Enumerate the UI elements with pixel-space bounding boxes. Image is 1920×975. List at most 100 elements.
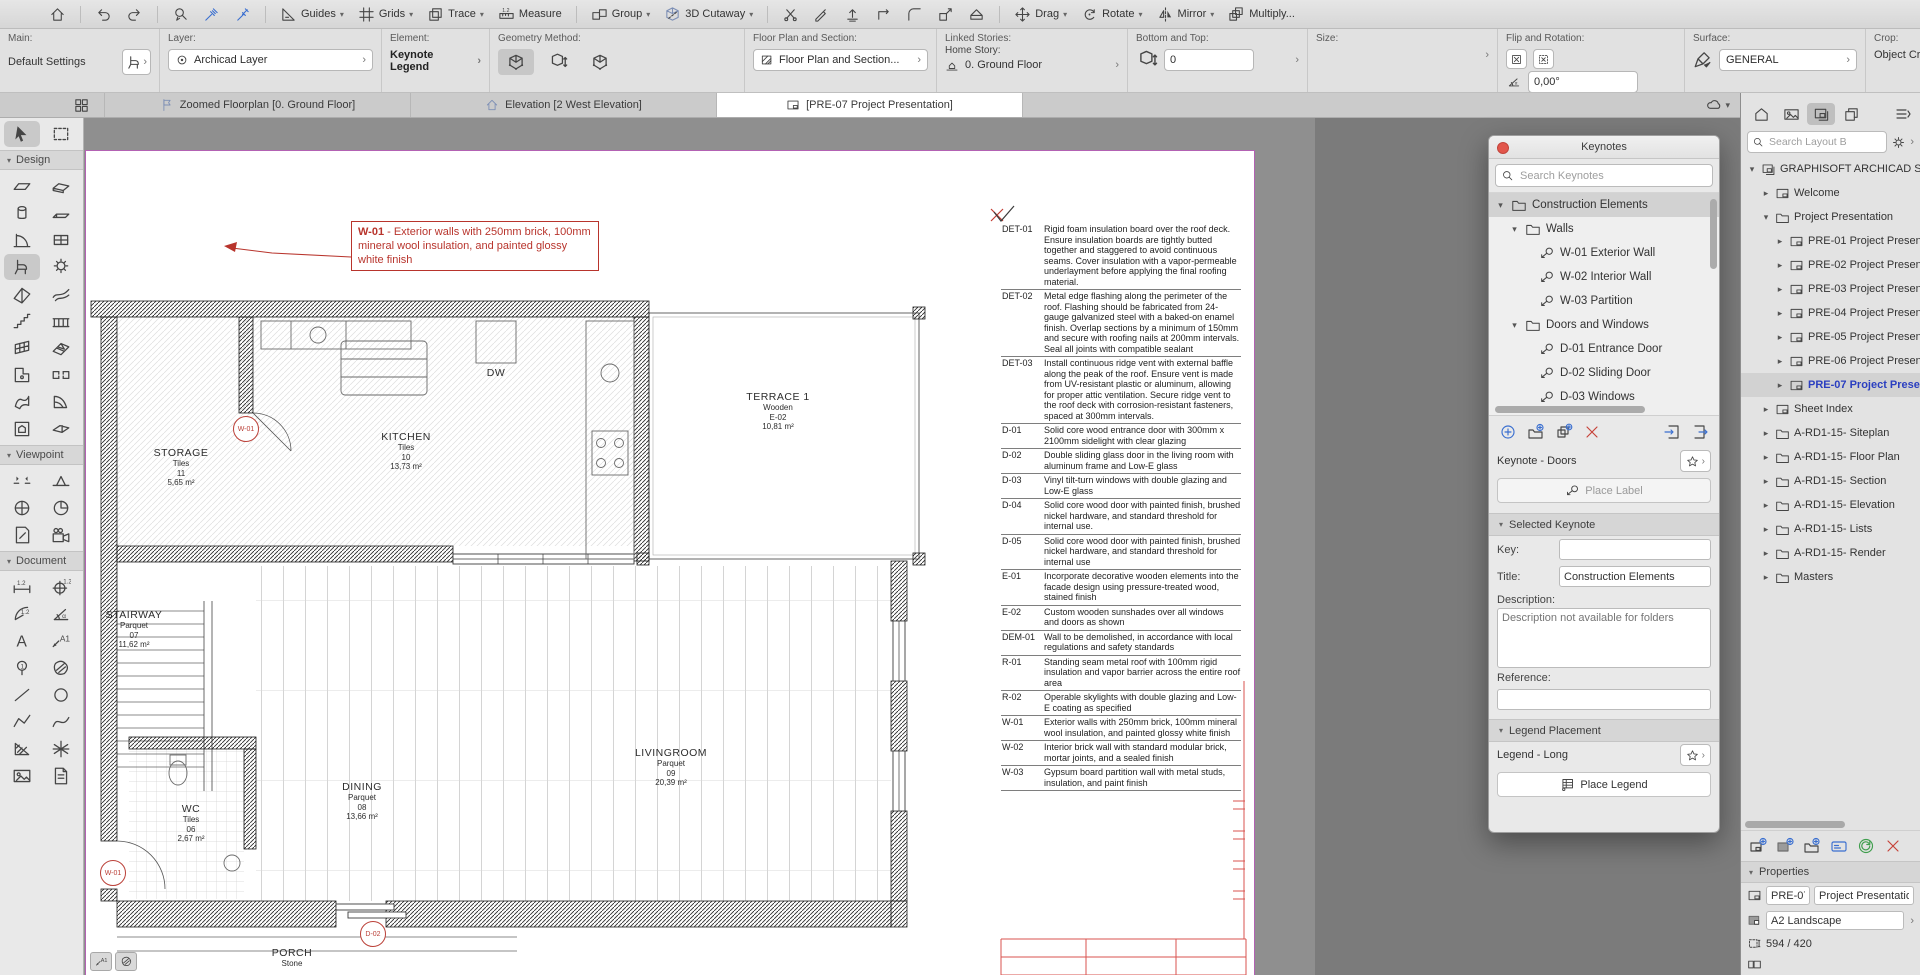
keynote-tree-item[interactable]: ▾ Construction Elements (1489, 193, 1719, 217)
teamwork-cloud-button[interactable]: ▾ (1696, 93, 1740, 117)
spline-tool[interactable] (43, 709, 79, 735)
guides-button[interactable]: Guides ▾ (273, 4, 351, 25)
geometry-method-3-button[interactable] (582, 49, 618, 75)
toolbox-section-document[interactable]: ▾ Document (0, 551, 83, 571)
resize-button[interactable] (930, 4, 961, 25)
navigator-tree-item[interactable]: ▸ PRE-02 Project Presentation (1741, 253, 1920, 277)
navigator-tree-item[interactable]: ▸ PRE-05 Project Presentation (1741, 325, 1920, 349)
favorite-button[interactable]: › (1680, 450, 1711, 472)
morph-tool[interactable] (4, 389, 40, 415)
navigator-tree-item[interactable]: ▸ Welcome (1741, 181, 1920, 205)
zoom-to-selection-button[interactable] (165, 4, 196, 25)
group-button[interactable]: Group ▾ (584, 4, 658, 25)
fillet-button[interactable] (899, 4, 930, 25)
pick-up-parameters-button[interactable] (196, 4, 227, 25)
navigator-tree-item[interactable]: ▸ PRE-04 Project Presentation (1741, 301, 1920, 325)
vertical-scrollbar[interactable] (1710, 199, 1717, 269)
circle-tool[interactable] (43, 682, 79, 708)
interior-elevation-tool[interactable] (4, 495, 40, 521)
keynote-tree-item[interactable]: D-01 Entrance Door (1489, 337, 1719, 361)
lamp-tool[interactable] (43, 254, 79, 280)
navigator-tree-item[interactable]: ▸ PRE-06 Project Presentation (1741, 349, 1920, 373)
rotation-input[interactable] (1528, 71, 1638, 92)
canvas-bottom-button-2[interactable] (115, 952, 137, 971)
bottom-offset-input[interactable] (1164, 49, 1254, 71)
detail-tool[interactable] (43, 495, 79, 521)
undo-button[interactable] (88, 4, 119, 25)
drawing-tool[interactable] (43, 763, 79, 789)
navigator-tree-item[interactable]: ▸ A-RD1-15- Floor Plan (1741, 445, 1920, 469)
grids-button[interactable]: Grids ▾ (351, 4, 420, 25)
toolbar-button[interactable] (80, 6, 81, 23)
update-button[interactable] (1857, 837, 1875, 855)
toolbar-button[interactable] (157, 6, 158, 23)
navigator-tree-item[interactable]: ▾ Project Presentation (1741, 205, 1920, 229)
hatch-tool[interactable] (4, 736, 40, 762)
redo-button[interactable] (119, 4, 150, 25)
settings-button[interactable] (1830, 837, 1848, 855)
line-tool[interactable] (4, 682, 40, 708)
layout-search-input[interactable] (1767, 135, 1861, 149)
navigator-tree-item[interactable]: ▸ Sheet Index (1741, 397, 1920, 421)
toolbox-section-design[interactable]: ▾ Design (0, 150, 83, 170)
roof-tool[interactable] (4, 281, 40, 307)
flip-button[interactable] (1506, 49, 1527, 69)
level-dimension-tool[interactable] (43, 574, 79, 600)
text-tool[interactable] (4, 628, 40, 654)
size-chevron[interactable]: › (1485, 49, 1489, 61)
tab-layout-pre07[interactable]: [PRE-07 Project Presentation] (717, 93, 1023, 117)
radial-dimension-tool[interactable] (4, 601, 40, 627)
title-input[interactable] (1559, 566, 1711, 587)
keynotes-search-input[interactable] (1518, 169, 1707, 183)
description-textarea[interactable] (1497, 608, 1711, 668)
trace-button[interactable]: Trace ▾ (420, 4, 491, 25)
project-map-button[interactable] (1777, 103, 1805, 125)
multiply-button[interactable]: Multiply... (1221, 4, 1302, 25)
slab2-tool[interactable] (43, 416, 79, 442)
gear-icon[interactable] (1891, 135, 1906, 150)
keynotes-search[interactable] (1495, 164, 1713, 187)
opening-tool[interactable] (43, 362, 79, 388)
zone-tool[interactable] (4, 362, 40, 388)
new-master-button[interactable] (1776, 837, 1794, 855)
layout-book-button[interactable] (1807, 103, 1835, 125)
intersect-button[interactable] (868, 4, 899, 25)
inject-parameters-button[interactable] (227, 4, 258, 25)
layout-name-input[interactable] (1814, 886, 1914, 905)
stair-tool[interactable] (4, 308, 40, 334)
layout-id-input[interactable] (1766, 886, 1810, 905)
navigator-menu-button[interactable] (1894, 105, 1916, 123)
toolbar-button[interactable] (576, 6, 577, 23)
horizontal-scrollbar[interactable] (1495, 406, 1645, 413)
add-keynote-button[interactable] (1499, 423, 1517, 441)
dimension-tool[interactable] (4, 574, 40, 600)
add-folder-button[interactable] (1527, 423, 1545, 441)
roofmaker-button[interactable] (961, 4, 992, 25)
key-input[interactable] (1559, 539, 1711, 560)
legend-placement-header[interactable]: ▾ Legend Placement (1489, 719, 1719, 742)
default-settings-button[interactable]: › (122, 49, 151, 75)
navigator-hscrollbar[interactable] (1741, 820, 1920, 830)
mirror-button[interactable]: Mirror ▾ (1150, 4, 1222, 25)
marquee-tool[interactable] (43, 121, 79, 147)
geometry-method-2-button[interactable] (540, 49, 576, 75)
navigator-tree-item[interactable]: ▸ A-RD1-15- Elevation (1741, 493, 1920, 517)
place-legend-button[interactable]: Place Legend (1497, 772, 1711, 797)
navigator-tree-item[interactable]: ▸ PRE-01 Project Presentation (1741, 229, 1920, 253)
door-tool[interactable] (4, 227, 40, 253)
keynote-tree-item[interactable]: ▾ Doors and Windows (1489, 313, 1719, 337)
fps-field[interactable]: Floor Plan and Section... › (753, 49, 928, 71)
quad-view-button[interactable] (58, 93, 105, 117)
section-tool[interactable] (4, 468, 40, 494)
navigator-tree-item[interactable]: ▸ A-RD1-15- Render (1741, 541, 1920, 565)
camera-tool[interactable] (43, 522, 79, 548)
keynote-tree-item[interactable]: D-02 Sliding Door (1489, 361, 1719, 385)
keynote-tree-item[interactable]: ▾ Walls (1489, 217, 1719, 241)
split-button[interactable] (775, 4, 806, 25)
keynote-tree-item[interactable]: W-03 Partition (1489, 289, 1719, 313)
delete-button[interactable] (1583, 423, 1601, 441)
tab-elevation[interactable]: Elevation [2 West Elevation] (411, 93, 717, 117)
navigator-tree-item[interactable]: ▸ A-RD1-15- Lists (1741, 517, 1920, 541)
shell-tool[interactable] (43, 281, 79, 307)
column-tool[interactable] (4, 200, 40, 226)
